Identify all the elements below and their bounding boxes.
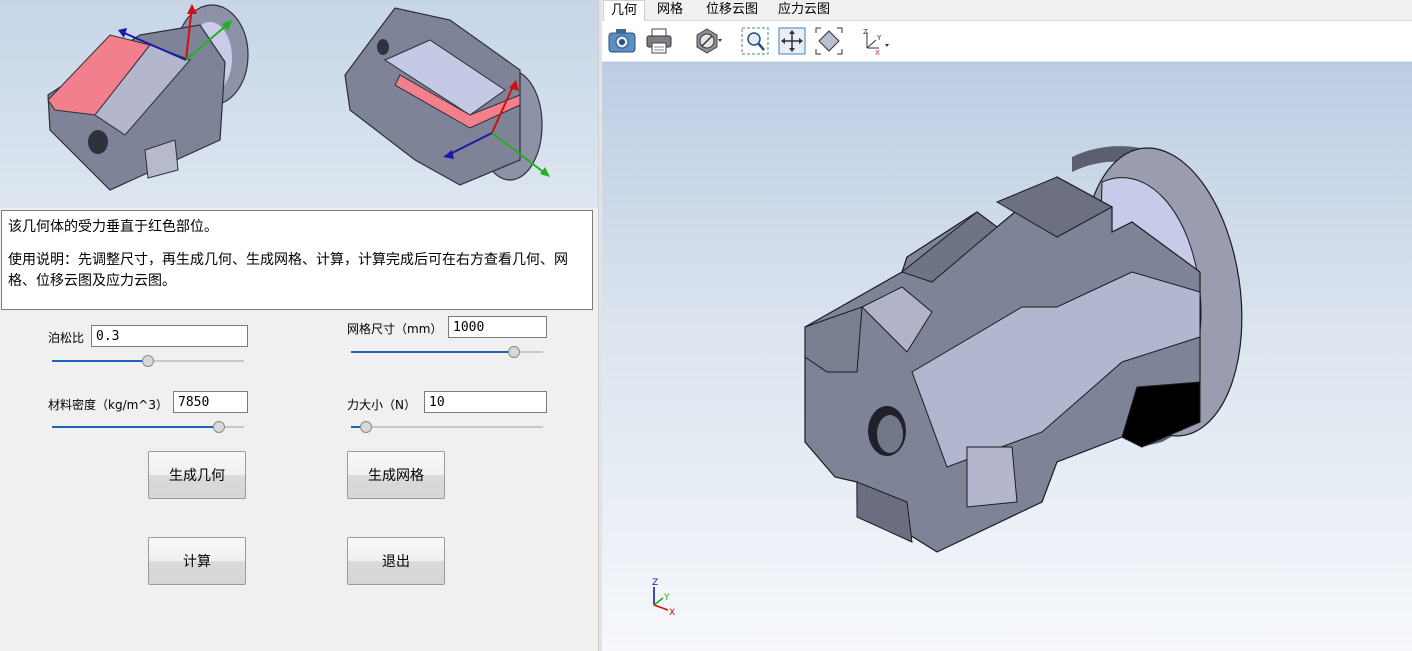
density-slider-thumb[interactable] bbox=[213, 421, 226, 433]
force-input[interactable]: 10 bbox=[424, 391, 547, 413]
3d-model-render: Z Y X bbox=[652, 146, 1243, 618]
tab-stress[interactable]: 应力云图 bbox=[774, 0, 834, 20]
svg-text:Y: Y bbox=[876, 34, 882, 42]
tab-displacement[interactable]: 位移云图 bbox=[702, 0, 762, 20]
part-model bbox=[804, 146, 1243, 553]
mesh-size-slider-thumb[interactable] bbox=[508, 346, 521, 358]
axes-orientation-icon[interactable]: Z Y X bbox=[859, 26, 889, 56]
description-line2: 使用说明：先调整尺寸，再生成几何、生成网格、计算，计算完成后可在右方查看几何、网… bbox=[8, 252, 568, 289]
compute-button[interactable]: 计算 bbox=[148, 537, 246, 585]
viewer-toolbar: Z Y X bbox=[602, 21, 1412, 62]
preview-part-right bbox=[344, 7, 550, 186]
fit-view-icon[interactable] bbox=[814, 26, 844, 56]
generate-geometry-button[interactable]: 生成几何 bbox=[148, 451, 246, 499]
axis-triad: Z Y X bbox=[652, 578, 675, 618]
svg-text:X: X bbox=[875, 49, 880, 56]
preview-illustration bbox=[47, 4, 550, 191]
camera-icon[interactable] bbox=[607, 26, 637, 56]
poisson-input[interactable]: 0.3 bbox=[91, 325, 248, 347]
density-slider[interactable] bbox=[52, 420, 244, 434]
3d-viewport[interactable]: Z Y X bbox=[602, 62, 1412, 651]
view-tabbar: 几何 网格 位移云图 应力云图 bbox=[602, 0, 1412, 21]
preview-part-left bbox=[47, 4, 249, 191]
triad-x-label: X bbox=[669, 608, 675, 618]
poisson-slider[interactable] bbox=[52, 354, 244, 368]
visibility-icon[interactable] bbox=[692, 26, 722, 56]
generate-mesh-button[interactable]: 生成网格 bbox=[347, 451, 445, 499]
mesh-size-slider[interactable] bbox=[351, 345, 543, 359]
tab-mesh[interactable]: 网格 bbox=[650, 0, 690, 20]
tab-geometry[interactable]: 几何 bbox=[603, 0, 645, 21]
force-label: 力大小（N） bbox=[347, 398, 416, 412]
right-panel: 几何 网格 位移云图 应力云图 Z Y X Z Y X bbox=[602, 0, 1412, 651]
left-panel: 该几何体的受力垂直于红色部位。 使用说明：先调整尺寸，再生成几何、生成网格、计算… bbox=[0, 0, 598, 651]
mesh-size-label: 网格尺寸（mm） bbox=[347, 322, 443, 336]
density-input[interactable]: 7850 bbox=[173, 391, 248, 413]
description-line1: 该几何体的受力垂直于红色部位。 bbox=[8, 219, 218, 235]
triad-z-label: Z bbox=[652, 578, 658, 588]
description-box: 该几何体的受力垂直于红色部位。 使用说明：先调整尺寸，再生成几何、生成网格、计算… bbox=[1, 210, 593, 310]
density-label: 材料密度（kg/m^3） bbox=[48, 398, 168, 412]
force-slider[interactable] bbox=[351, 420, 543, 434]
svg-text:Z: Z bbox=[863, 28, 868, 36]
zoom-window-icon[interactable] bbox=[740, 26, 770, 56]
poisson-label: 泊松比 bbox=[48, 331, 85, 345]
triad-y-label: Y bbox=[663, 593, 670, 603]
poisson-slider-thumb[interactable] bbox=[142, 355, 154, 367]
mesh-size-input[interactable]: 1000 bbox=[448, 316, 547, 338]
exit-button[interactable]: 退出 bbox=[347, 537, 445, 585]
geometry-preview-image bbox=[0, 0, 598, 208]
force-slider-thumb[interactable] bbox=[360, 421, 373, 433]
pan-icon[interactable] bbox=[777, 26, 807, 56]
printer-icon[interactable] bbox=[644, 26, 674, 56]
